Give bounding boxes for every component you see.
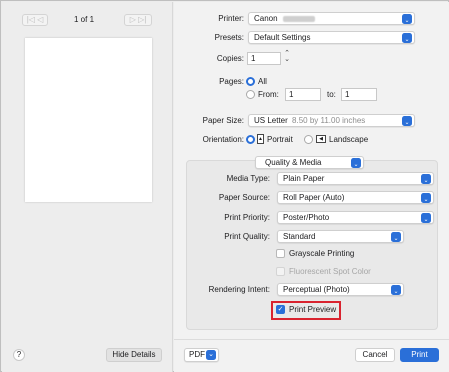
- orientation-portrait-radio[interactable]: [246, 135, 255, 144]
- cancel-button[interactable]: Cancel: [355, 348, 395, 362]
- rendering-intent-label: Rendering Intent:: [208, 285, 270, 294]
- chevron-updown-icon: ⌃ ⌄: [421, 173, 431, 184]
- page-indicator: 1 of 1: [74, 15, 95, 24]
- hide-details-button[interactable]: Hide Details: [106, 348, 162, 362]
- media-type-select[interactable]: Plain Paper ⌃ ⌄: [277, 172, 434, 185]
- printer-select[interactable]: Canon ⌃ ⌄: [248, 12, 415, 25]
- chevron-updown-icon: ⌃ ⌄: [391, 284, 401, 295]
- prev-page-icon: ◁: [34, 15, 44, 24]
- orientation-landscape-label: Landscape: [329, 135, 369, 144]
- grayscale-label: Grayscale Printing: [289, 249, 355, 258]
- settings-panel: Printer: Canon ⌃ ⌄ Presets: Default Setti…: [174, 2, 449, 372]
- orientation-portrait-label: Portrait: [267, 135, 293, 144]
- pages-to-field[interactable]: 1: [341, 88, 377, 101]
- orientation-landscape-radio[interactable]: [304, 135, 313, 144]
- paper-size-dims: 8.50 by 11.00 inches: [292, 116, 366, 125]
- help-button[interactable]: ?: [13, 349, 25, 361]
- presets-select[interactable]: Default Settings ⌃ ⌄: [248, 31, 415, 44]
- print-priority-select[interactable]: Poster/Photo ⌃ ⌄: [277, 211, 434, 224]
- print-priority-label: Print Priority:: [224, 213, 270, 222]
- pages-from-radio[interactable]: [246, 90, 255, 99]
- paper-source-select[interactable]: Roll Paper (Auto) ⌃ ⌄: [277, 191, 434, 204]
- pages-to-value: 1: [345, 90, 350, 99]
- copies-value: 1: [251, 54, 256, 63]
- print-quality-select[interactable]: Standard ⌃ ⌄: [277, 230, 404, 243]
- landscape-icon: ◀: [316, 135, 326, 143]
- printer-value: Canon: [254, 14, 278, 23]
- chevron-updown-icon: ⌃ ⌄: [421, 192, 431, 203]
- chevron-updown-icon: ⌃ ⌄: [351, 157, 361, 168]
- portrait-icon: ▲: [257, 134, 264, 144]
- pages-from-label: From:: [258, 90, 279, 99]
- page-preview: [25, 38, 152, 202]
- orientation-label: Orientation:: [202, 135, 244, 144]
- pdf-menu-button[interactable]: PDF ⌄: [184, 348, 219, 362]
- next-page-icon: ▷: [129, 15, 139, 24]
- pages-from-value: 1: [289, 90, 294, 99]
- chevron-down-icon: ⌄: [206, 350, 216, 360]
- pages-to-label: to:: [327, 90, 336, 99]
- rendering-intent-select[interactable]: Perceptual (Photo) ⌃ ⌄: [277, 283, 404, 296]
- pages-label: Pages:: [219, 77, 244, 86]
- copies-label: Copies:: [216, 54, 244, 63]
- chevron-updown-icon: ⌃ ⌄: [402, 115, 412, 126]
- first-page-icon: |◁: [26, 15, 35, 24]
- print-priority-value: Poster/Photo: [283, 213, 330, 222]
- printer-label: Printer:: [218, 14, 244, 23]
- chevron-updown-icon: ⌃ ⌄: [391, 231, 401, 242]
- checkmark-icon: ✓: [277, 306, 284, 313]
- fluorescent-checkbox[interactable]: [276, 267, 285, 276]
- quality-media-pane: Quality & Media ⌃ ⌄ Media Type: Plain Pap…: [186, 156, 438, 330]
- paper-size-name: US Letter: [254, 116, 288, 125]
- stepper-down-icon: ⌄: [284, 56, 290, 63]
- paper-size-label: Paper Size:: [202, 116, 244, 125]
- pages-all-label: All: [258, 77, 267, 86]
- copies-field[interactable]: 1: [247, 52, 281, 65]
- pages-from-field[interactable]: 1: [285, 88, 321, 101]
- prev-page-buttons[interactable]: |◁ ◁: [22, 14, 48, 26]
- paper-source-label: Paper Source:: [218, 193, 270, 202]
- grayscale-checkbox[interactable]: [276, 249, 285, 258]
- media-type-label: Media Type:: [226, 174, 270, 183]
- print-dialog: |◁ ◁ 1 of 1 ▷ ▷| ? Hide Details Printer:…: [0, 0, 449, 372]
- preview-panel: |◁ ◁ 1 of 1 ▷ ▷| ? Hide Details: [2, 2, 173, 372]
- print-quality-label: Print Quality:: [224, 232, 270, 241]
- pages-all-radio[interactable]: [246, 77, 255, 86]
- printer-name-redacted: [283, 16, 315, 22]
- presets-value: Default Settings: [254, 33, 311, 42]
- section-select[interactable]: Quality & Media ⌃ ⌄: [255, 156, 364, 169]
- chevron-updown-icon: ⌃ ⌄: [402, 13, 412, 24]
- paper-size-value: US Letter 8.50 by 11.00 inches: [254, 116, 365, 126]
- paper-source-value: Roll Paper (Auto): [283, 193, 345, 202]
- print-preview-checkbox[interactable]: ✓: [276, 305, 285, 314]
- rendering-intent-value: Perceptual (Photo): [283, 285, 350, 294]
- help-icon: ?: [16, 350, 22, 359]
- fluorescent-label: Fluorescent Spot Color: [289, 267, 371, 276]
- pdf-label: PDF: [189, 350, 205, 359]
- presets-label: Presets:: [214, 33, 244, 42]
- media-type-value: Plain Paper: [283, 174, 325, 183]
- footer-divider: [174, 339, 449, 340]
- paper-size-select[interactable]: US Letter 8.50 by 11.00 inches ⌃ ⌄: [248, 114, 415, 127]
- chevron-updown-icon: ⌃ ⌄: [402, 32, 412, 43]
- print-quality-value: Standard: [283, 232, 316, 241]
- last-page-icon: ▷|: [138, 15, 147, 24]
- chevron-updown-icon: ⌃ ⌄: [421, 212, 431, 223]
- print-button[interactable]: Print: [400, 348, 439, 362]
- copies-stepper[interactable]: ⌃ ⌄: [283, 50, 291, 66]
- section-value: Quality & Media: [265, 158, 322, 167]
- print-preview-label: Print Preview: [289, 305, 337, 314]
- next-page-buttons[interactable]: ▷ ▷|: [124, 14, 152, 26]
